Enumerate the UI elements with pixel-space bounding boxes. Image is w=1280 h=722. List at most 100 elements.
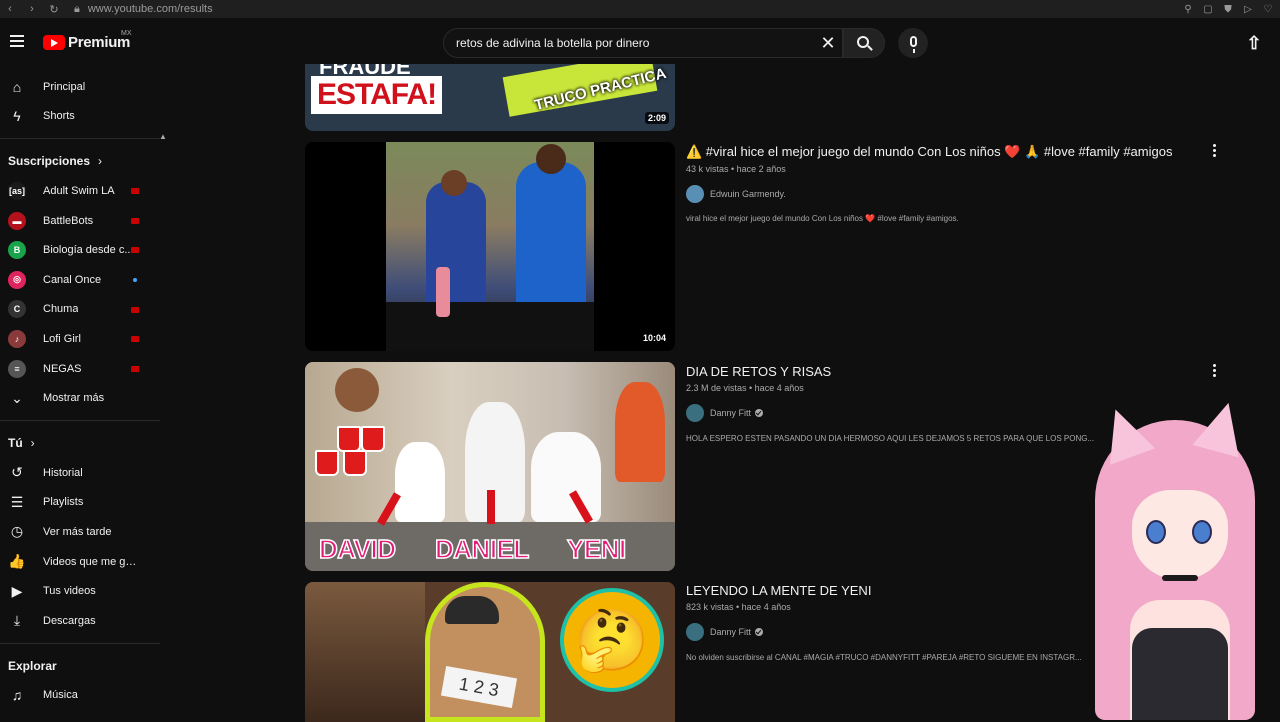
avatar: [as] <box>8 181 26 200</box>
avatar: B <box>8 241 26 260</box>
sidebar-item-musica[interactable]: ♫ Música <box>0 681 160 711</box>
divider <box>0 642 160 644</box>
menu-icon[interactable] <box>10 35 24 47</box>
voice-search-button[interactable] <box>898 28 928 58</box>
youtube-play-icon <box>43 35 65 50</box>
chevron-right-icon: › <box>30 435 35 450</box>
channel-link[interactable]: Edwuin Garmendy. <box>686 185 786 203</box>
explore-heading-label: Explorar <box>8 658 57 673</box>
person-figure <box>465 402 525 522</box>
browser-nav: ‹ › ↻ <box>0 3 60 16</box>
sidebar-subscription-item[interactable]: B Biología desde c... <box>0 235 160 265</box>
extension-icons: ⚲ ▢ ⛊ ▷ ♡ <box>1182 4 1280 15</box>
play-icon[interactable]: ▷ <box>1242 4 1254 15</box>
video-title[interactable]: LEYENDO LA MENTE DE YENI <box>686 583 871 598</box>
divider <box>0 419 160 421</box>
video-title[interactable]: ⚠️ #viral hice el mejor juego del mundo … <box>686 144 1172 160</box>
video-duration: 2:09 <box>644 112 669 124</box>
square-icon[interactable]: ▢ <box>1202 4 1214 15</box>
thumbnail-text: DAVID <box>318 533 396 565</box>
thumbnail-image <box>386 142 594 351</box>
sidebar-item-label: Chuma <box>43 303 79 316</box>
sidebar-subscription-item[interactable]: ▬ BattleBots <box>0 206 160 236</box>
vtuber-avatar-overlay <box>1080 396 1280 720</box>
thinking-face-icon: 🤔 <box>560 588 664 692</box>
search-input[interactable]: retos de adivina la botella por dinero <box>443 28 843 58</box>
more-actions-icon[interactable] <box>1211 364 1217 377</box>
avatar: C <box>8 300 26 319</box>
video-thumbnail[interactable]: 1 2 3 🤔 <box>305 582 675 722</box>
you-list: ↺ Historial ☰ Playlists ◷ Ver más tarde 👍 Video… <box>0 458 160 636</box>
clear-search-icon[interactable]: ✕ <box>818 32 838 54</box>
channel-name[interactable]: Danny Fitt <box>710 408 751 418</box>
person-figure <box>395 442 445 522</box>
history-icon: ↺ <box>11 464 23 481</box>
watch-later-icon: ◷ <box>10 523 24 540</box>
playlists-icon: ☰ <box>10 493 24 510</box>
avatar[interactable] <box>686 185 704 203</box>
sidebar-item-label: Ver más tarde <box>43 525 112 538</box>
subscriptions-heading-label: Suscripciones <box>8 154 91 169</box>
thumbnail-text: DANIEL <box>434 533 530 565</box>
reload-icon[interactable]: ↻ <box>48 3 60 16</box>
new-content-dot-icon <box>133 277 137 282</box>
address-bar-url[interactable]: www.youtube.com/results <box>88 3 213 15</box>
video-thumbnail[interactable]: 10:04 <box>305 142 675 351</box>
search-icon <box>857 36 869 48</box>
channel-link[interactable]: Danny Fitt <box>686 404 764 422</box>
sidebar-item-label: Adult Swim LA <box>43 184 115 197</box>
youtube-premium-logo[interactable]: Premium MX <box>43 30 132 51</box>
shield-icon[interactable]: ⛊ <box>1222 4 1234 15</box>
you-heading[interactable]: Tú › <box>0 428 160 458</box>
forward-icon[interactable]: › <box>26 3 38 16</box>
heart-icon[interactable]: ♡ <box>1262 4 1274 15</box>
sidebar-item-label: Tus videos <box>43 585 96 598</box>
sidebar-item-label: Shorts <box>43 110 75 123</box>
sidebar-item-your-videos[interactable]: ▶ Tus videos <box>0 576 160 606</box>
sidebar-subscription-item[interactable]: ◎ Canal Once <box>0 265 160 295</box>
sidebar-item-shorts[interactable]: ϟ Shorts <box>0 102 160 132</box>
video-title[interactable]: DIA DE RETOS Y RISAS <box>686 364 831 379</box>
channel-name[interactable]: Edwuin Garmendy. <box>710 189 786 199</box>
you-heading-label: Tú <box>8 435 23 450</box>
sidebar-item-label: Lofi Girl <box>43 332 81 345</box>
upload-icon[interactable]: ⇧ <box>1243 32 1265 54</box>
sidebar-subscription-item[interactable]: [as] Adult Swim LA <box>0 176 160 206</box>
sidebar-subscription-item[interactable]: ≡ NEGAS <box>0 354 160 384</box>
lock-icon: 🔒︎ <box>74 2 80 15</box>
sidebar-item-downloads[interactable]: ⤓ Descargas <box>0 606 160 636</box>
sidebar-item-watch-later[interactable]: ◷ Ver más tarde <box>0 517 160 547</box>
more-actions-icon[interactable] <box>1211 144 1217 157</box>
sidebar-subscription-item[interactable]: C Chuma <box>0 295 160 325</box>
search-button[interactable] <box>843 28 885 58</box>
video-thumbnail[interactable]: DAVID DANIEL YENI <box>305 362 675 571</box>
sidebar-item-playlists[interactable]: ☰ Playlists <box>0 488 160 518</box>
show-more-button[interactable]: ⌄ Mostrar más <box>0 383 160 413</box>
back-icon[interactable]: ‹ <box>4 3 16 16</box>
video-description: HOLA ESPERO ESTEN PASANDO UN DIA HERMOSO… <box>686 434 1095 443</box>
avatar[interactable] <box>686 623 704 641</box>
liked-videos-icon: 👍 <box>8 553 26 570</box>
channel-link[interactable]: Danny Fitt <box>686 623 764 641</box>
avatar: ≡ <box>8 359 26 378</box>
video-thumbnail[interactable]: FRAUDE ESTAFA! TRUCO PRACTICA 2:09 <box>305 64 675 131</box>
live-indicator-icon <box>131 336 139 343</box>
avatar[interactable] <box>686 404 704 422</box>
channel-name[interactable]: Danny Fitt <box>710 627 751 637</box>
address-bar[interactable]: 🔒︎ www.youtube.com/results <box>74 3 213 16</box>
person-figure <box>335 368 379 412</box>
chevron-right-icon: › <box>98 154 103 169</box>
downloads-icon: ⤓ <box>13 612 21 629</box>
sidebar: ▲ ⌂ Principal ϟ Shorts Suscripciones › [… <box>0 68 167 720</box>
sidebar-item-label: Principal <box>43 80 86 93</box>
scroll-up-icon[interactable]: ▲ <box>159 132 167 141</box>
subscriptions-heading[interactable]: Suscripciones › <box>0 146 160 176</box>
verified-icon <box>755 409 764 417</box>
person-figure <box>531 432 601 522</box>
sidebar-item-history[interactable]: ↺ Historial <box>0 458 160 488</box>
sidebar-item-principal[interactable]: ⌂ Principal <box>0 72 160 102</box>
sidebar-item-liked-videos[interactable]: 👍 Videos que me gus... <box>0 547 160 577</box>
pin-icon[interactable]: ⚲ <box>1182 4 1194 15</box>
logo-region: MX <box>121 30 132 37</box>
sidebar-subscription-item[interactable]: ♪ Lofi Girl <box>0 324 160 354</box>
